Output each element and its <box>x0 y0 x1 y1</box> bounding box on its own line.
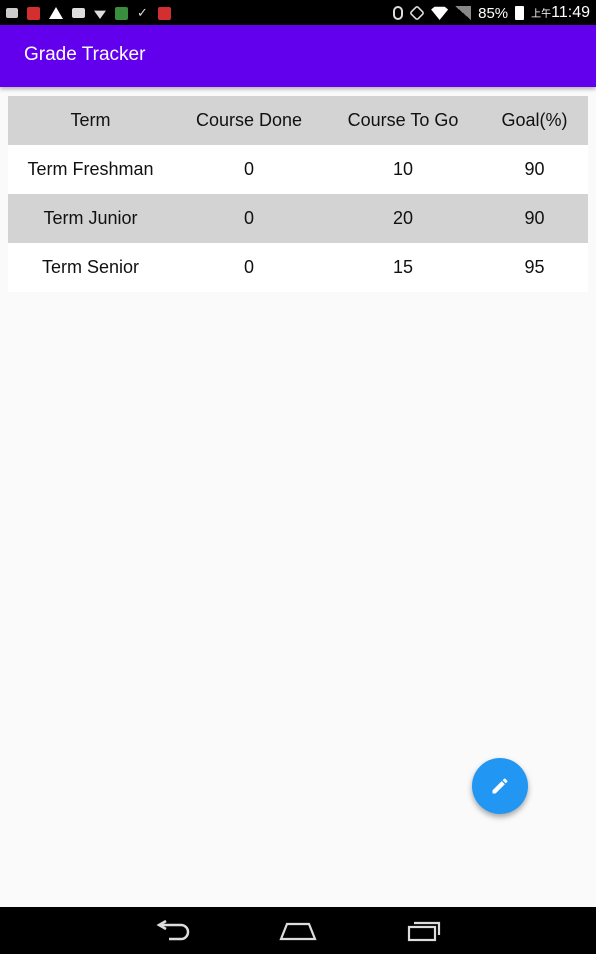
battery-percent: 85% <box>478 4 509 22</box>
wifi-icon <box>431 6 449 20</box>
edit-fab-button[interactable] <box>472 758 528 814</box>
goal-cell: 90 <box>524 208 545 228</box>
table-row[interactable]: Term Senior 0 15 95 <box>8 243 588 292</box>
bluetooth-icon <box>393 6 404 20</box>
system-status: 85% 上午11:49 <box>393 3 590 23</box>
app-title: Grade Tracker <box>24 44 146 65</box>
header-course-to-go: Course To Go <box>347 110 459 130</box>
battery-icon <box>515 6 525 20</box>
course-to-go-cell: 15 <box>392 257 414 277</box>
download-done-icon: ✓ <box>137 5 148 21</box>
warning-icon <box>49 7 63 19</box>
goal-cell: 95 <box>524 257 545 277</box>
term-cell: Term Senior <box>41 257 140 277</box>
header-course-done: Course Done <box>195 110 303 130</box>
app-notification-icon <box>158 6 171 20</box>
course-to-go-cell: 20 <box>392 208 414 228</box>
back-button[interactable] <box>153 917 193 945</box>
time: 11:49 <box>551 4 590 21</box>
recents-button[interactable] <box>404 917 444 945</box>
clock: 上午11:49 <box>531 4 590 22</box>
back-icon <box>156 920 190 941</box>
home-icon <box>279 922 317 941</box>
system-nav-bar <box>0 907 596 954</box>
recents-icon <box>407 921 441 942</box>
home-button[interactable] <box>278 917 318 945</box>
grade-table: Term Course Done Course To Go Goal(%) Te… <box>8 96 588 292</box>
table-header-row: Term Course Done Course To Go Goal(%) <box>8 96 588 145</box>
app-bar: Grade Tracker <box>0 25 596 87</box>
table-row[interactable]: Term Junior 0 20 90 <box>8 194 588 243</box>
course-done-cell: 0 <box>243 208 254 228</box>
term-cell: Term Junior <box>43 208 138 228</box>
wifi-notification-icon <box>94 10 106 19</box>
app-notification-icon <box>27 6 40 20</box>
status-bar: ✓ 85% 上午11:49 <box>0 0 596 25</box>
time-prefix: 上午 <box>531 9 552 20</box>
notification-icons: ✓ <box>6 4 171 22</box>
table-row[interactable]: Term Freshman 0 10 90 <box>8 145 588 194</box>
header-goal: Goal(%) <box>501 110 568 130</box>
term-cell: Term Freshman <box>27 159 154 179</box>
course-done-cell: 0 <box>243 159 254 179</box>
message-icon <box>72 8 85 18</box>
course-done-cell: 0 <box>243 257 254 277</box>
pencil-icon <box>492 778 508 794</box>
rotation-icon <box>409 5 426 21</box>
signal-icon <box>455 6 472 20</box>
course-to-go-cell: 10 <box>392 159 414 179</box>
goal-cell: 90 <box>524 159 545 179</box>
app-notification-icon <box>115 6 128 20</box>
header-term: Term <box>70 110 111 130</box>
app-notification-icon <box>6 8 18 18</box>
